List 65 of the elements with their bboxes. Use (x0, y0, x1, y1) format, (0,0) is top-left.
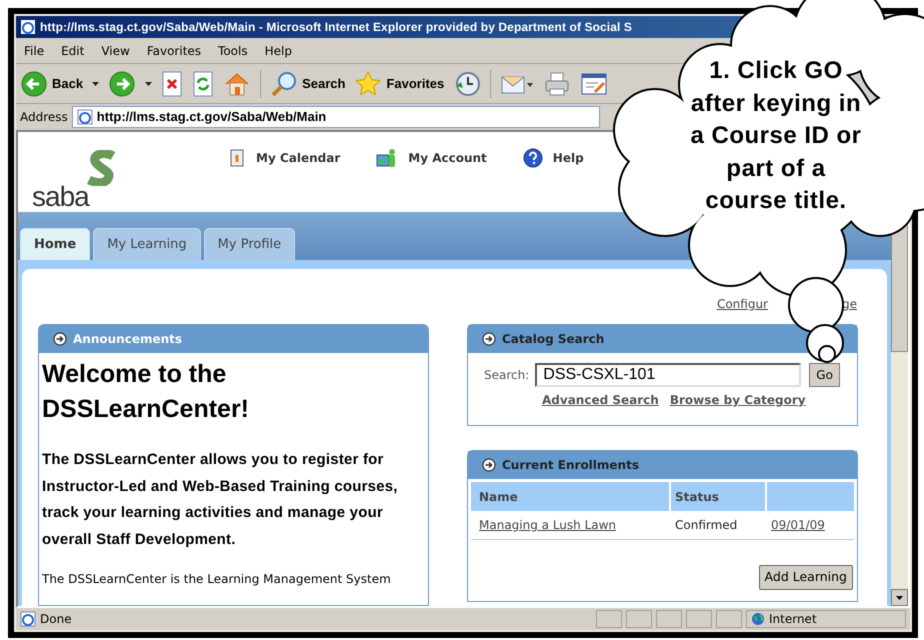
tab[interactable]: My Learning (93, 228, 201, 260)
body-text: The DSSLearnCenter is the Learning Management System (42, 571, 392, 588)
menu-item[interactable]: View (101, 42, 130, 60)
history-clock-icon[interactable] (453, 70, 482, 98)
column-header: Name (471, 482, 671, 511)
star-icon[interactable] (354, 70, 382, 98)
zone-text: Internet (769, 611, 817, 628)
menu-item[interactable]: Edit (61, 42, 84, 60)
header-link[interactable]: My Calendar (228, 148, 340, 168)
status-pane (626, 610, 652, 628)
edit-document-icon[interactable] (580, 70, 608, 96)
course-link[interactable]: Managing a Lush Lawn (471, 516, 671, 534)
menu-item[interactable]: File (24, 42, 44, 60)
panel-header: Catalog Search (468, 325, 857, 353)
help-icon (522, 148, 543, 168)
status-text: Done (40, 611, 73, 628)
callout-text: 1. Click GO after keying in a Course ID or part of a course title. (689, 56, 863, 216)
status-pane (656, 610, 682, 628)
address-field[interactable]: http://lms.stag.ct.gov/Saba/Web/Main (72, 106, 600, 128)
arrow-circle-icon (53, 332, 67, 346)
header-link[interactable]: Help (522, 148, 584, 168)
stop-icon[interactable] (161, 70, 184, 96)
caret-icon[interactable] (92, 82, 100, 86)
search-icon[interactable] (270, 70, 298, 98)
menu-item[interactable]: Tools (218, 42, 248, 60)
globe-icon (751, 612, 765, 626)
catalog-link[interactable]: Browse by Category (670, 391, 806, 409)
back-button[interactable]: Back (20, 70, 84, 98)
search-field[interactable]: DSS-CSXL-101 (535, 363, 802, 387)
printer-icon[interactable] (543, 70, 572, 96)
welcome-heading: Welcome to the DSSLearnCenter! (42, 359, 250, 425)
date-link[interactable]: 09/01/09 (767, 516, 829, 534)
menu-item[interactable]: Help (264, 42, 292, 60)
go-button[interactable]: Go (809, 363, 840, 387)
column-header: Status (671, 482, 767, 511)
intro-paragraph: The DSSLearnCenter allows you to register for Instructor-Led and Web-Based Training courses, track your learning activities and manage your overall Staff Development. (42, 450, 399, 550)
panel-header: Current Enrollments (468, 451, 857, 479)
scroll-down-icon[interactable] (891, 589, 908, 606)
browser-page-icon (20, 19, 36, 35)
search-button[interactable]: Search (270, 70, 346, 98)
refresh-icon[interactable] (192, 70, 214, 96)
scrollbar[interactable] (891, 222, 908, 606)
catalog-link[interactable]: Advanced Search (542, 391, 659, 409)
menu-item[interactable]: Favorites (146, 42, 202, 60)
saba-logo: saba (28, 132, 138, 210)
status-pane (596, 610, 622, 628)
address-label: Address (20, 109, 68, 126)
caret-icon[interactable] (145, 82, 152, 86)
arrow-circle-icon (482, 458, 496, 472)
calendar-icon (228, 148, 246, 168)
add-learning-button[interactable]: Add Learning (758, 565, 853, 590)
browser-page-icon (76, 109, 93, 125)
arrow-circle-icon (482, 332, 496, 346)
table-cell-text: Confirmed (674, 517, 738, 534)
window-title: http://lms.stag.ct.gov/Saba/Web/Main - Microsoft Internet Explorer provided by Department of Social S (40, 19, 632, 36)
favorites-button[interactable]: Favorites (354, 70, 444, 98)
browser-page-icon (20, 611, 36, 627)
status-pane (686, 610, 712, 628)
header-link[interactable]: My Account (376, 148, 487, 168)
tab[interactable]: Home (20, 228, 90, 260)
panel-header: Announcements (39, 325, 428, 353)
configure-link[interactable]: Configur (716, 295, 768, 315)
search-label: Search: (484, 367, 530, 384)
status-pane (716, 610, 742, 628)
tab[interactable]: My Profile (204, 228, 296, 260)
